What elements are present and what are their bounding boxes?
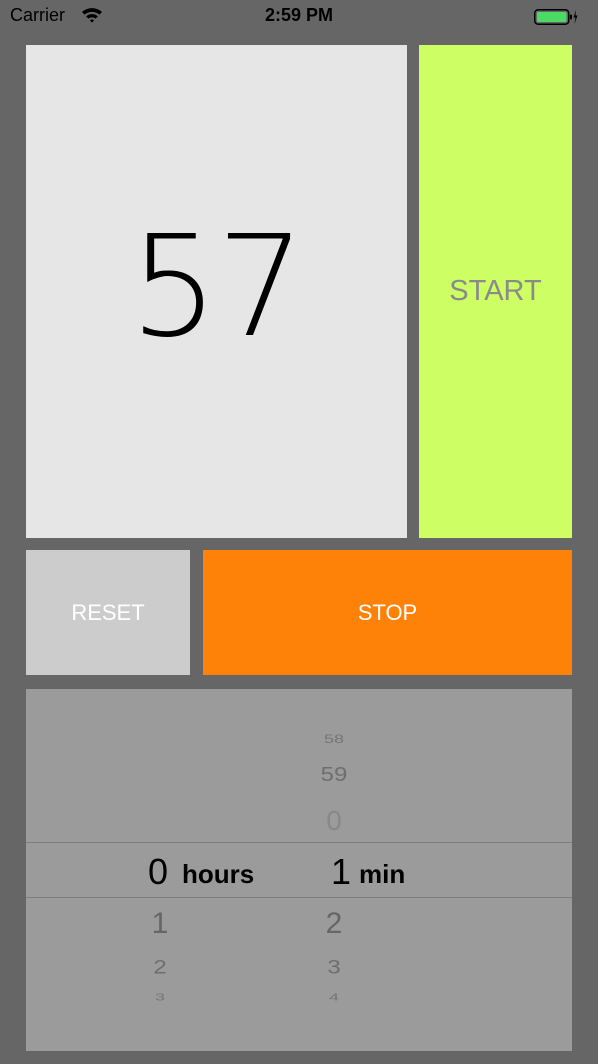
minutes-option[interactable]: 3 [294, 957, 374, 980]
status-bar: Carrier 2:59 PM [0, 0, 598, 34]
minutes-option[interactable]: 58 [294, 733, 374, 747]
clock-time: 2:59 PM [264, 5, 334, 25]
minutes-option[interactable]: 2 [294, 907, 374, 941]
duration-picker[interactable]: 1 2 3 58 59 0 0 hours 1 min 2 3 4 [26, 689, 572, 1051]
hours-option[interactable]: 2 [120, 957, 200, 980]
minutes-selected-value[interactable]: 1 [331, 851, 351, 893]
timer-display: 57 [26, 45, 407, 538]
minutes-option[interactable]: 4 [294, 992, 374, 1004]
start-button[interactable]: START [419, 45, 572, 538]
stop-button[interactable]: STOP [203, 550, 572, 675]
timer-value: 57 [129, 206, 305, 369]
hours-unit-label: hours [182, 859, 255, 889]
minutes-option[interactable]: 0 [294, 805, 374, 837]
hours-selected-value[interactable]: 0 [148, 851, 168, 893]
minutes-unit-label: min [359, 859, 406, 889]
hours-option[interactable]: 1 [120, 907, 200, 941]
battery-icon [534, 9, 578, 25]
reset-button[interactable]: RESET [26, 550, 190, 675]
hours-option[interactable]: 3 [120, 992, 200, 1004]
picker-selection-top-line [26, 842, 572, 843]
picker-selection-bottom-line [26, 897, 572, 898]
minutes-option[interactable]: 59 [294, 763, 374, 787]
